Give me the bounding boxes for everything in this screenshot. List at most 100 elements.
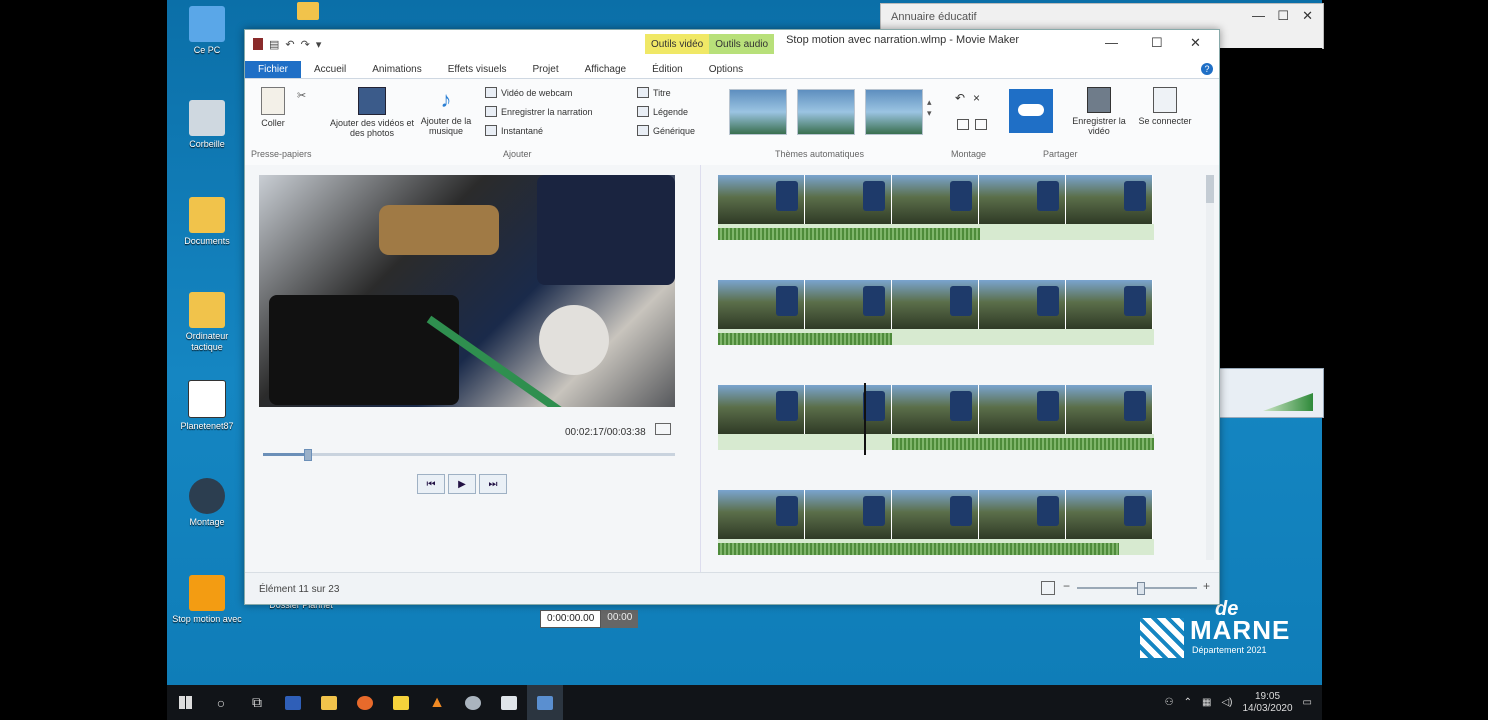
desktop-icon-radio[interactable]: Planetenet87: [169, 380, 245, 432]
next-frame-button[interactable]: ⏭: [479, 474, 507, 494]
clip-row[interactable]: [718, 280, 1154, 354]
credits-button[interactable]: Générique: [637, 125, 695, 136]
theme-thumbnail[interactable]: [729, 89, 787, 135]
clip-thumbnail[interactable]: [892, 490, 979, 539]
scrollbar-thumb[interactable]: [1206, 175, 1214, 203]
desktop-icon-folder[interactable]: Ordinateur tactique: [169, 292, 245, 353]
clip-thumbnail[interactable]: [805, 385, 892, 434]
webcam-button[interactable]: Vidéo de webcam: [485, 87, 572, 98]
clip-thumbnail[interactable]: [718, 280, 805, 329]
paste-button[interactable]: Coller: [255, 87, 291, 128]
tab-file[interactable]: Fichier: [245, 61, 302, 78]
desktop-icon-this-pc[interactable]: Ce PC: [169, 6, 245, 56]
taskbar-sticky-notes[interactable]: [383, 685, 419, 720]
tab-project[interactable]: Projet: [519, 61, 571, 78]
zoom-out-icon[interactable]: −: [1063, 579, 1070, 593]
taskbar-app-2[interactable]: [455, 685, 491, 720]
maximize-icon[interactable]: ☐: [1151, 35, 1163, 51]
tab-edit[interactable]: Édition: [639, 61, 696, 78]
close-icon[interactable]: ✕: [1302, 8, 1313, 24]
clip-thumbnail[interactable]: [1066, 175, 1153, 224]
vertical-scrollbar[interactable]: [1206, 175, 1214, 560]
desktop-icon-documents[interactable]: Documents: [169, 197, 245, 247]
tab-audio-tools[interactable]: Outils audio: [709, 34, 775, 54]
tab-animations[interactable]: Animations: [359, 61, 434, 78]
select-all-icon[interactable]: [957, 119, 969, 130]
clip-thumbnail[interactable]: [1066, 385, 1153, 434]
clip-thumbnail[interactable]: [718, 385, 805, 434]
clip-row[interactable]: [718, 490, 1154, 564]
clip-thumbnail[interactable]: [805, 490, 892, 539]
clip-thumbnail[interactable]: [805, 175, 892, 224]
clip-thumbnail[interactable]: [805, 280, 892, 329]
notifications-icon[interactable]: ▭: [1303, 697, 1312, 708]
clip-thumbnail[interactable]: [892, 280, 979, 329]
clip-thumbnail[interactable]: [979, 280, 1066, 329]
search-button[interactable]: ○: [203, 685, 239, 720]
clip-row[interactable]: [718, 385, 1154, 459]
snapshot-button[interactable]: Instantané: [485, 125, 543, 136]
save-icon[interactable]: ▤: [269, 38, 279, 51]
clip-thumbnail[interactable]: [718, 175, 805, 224]
theme-thumbnail[interactable]: [865, 89, 923, 135]
playhead[interactable]: [864, 383, 866, 455]
onedrive-button[interactable]: [1009, 89, 1053, 133]
clip-thumbnail[interactable]: [979, 385, 1066, 434]
desktop-icon-video-file[interactable]: Stop motion avec: [169, 575, 245, 625]
tab-visual-effects[interactable]: Effets visuels: [435, 61, 520, 78]
task-view-button[interactable]: ⧉: [239, 685, 275, 720]
sign-in-button[interactable]: Se connecter: [1137, 87, 1193, 126]
network-icon[interactable]: ▦: [1202, 697, 1211, 708]
clip-thumbnail[interactable]: [718, 490, 805, 539]
app-menu-icon[interactable]: [253, 37, 263, 50]
gallery-scroll-icon[interactable]: ▴ ▾: [927, 97, 932, 119]
taskbar-vlc[interactable]: ▲: [419, 685, 455, 720]
clip-thumbnail[interactable]: [892, 385, 979, 434]
dropdown-icon[interactable]: ▾: [316, 38, 322, 51]
desktop-icon-montage[interactable]: Montage: [169, 478, 245, 528]
title-button[interactable]: Titre: [637, 87, 671, 98]
volume-icon[interactable]: ◁): [1221, 697, 1232, 708]
minimize-icon[interactable]: —: [1105, 35, 1118, 50]
taskbar-movie-maker[interactable]: [527, 685, 563, 720]
taskbar-app-3[interactable]: [491, 685, 527, 720]
start-button[interactable]: [167, 685, 203, 720]
clip-thumbnail[interactable]: [979, 490, 1066, 539]
seek-thumb[interactable]: [304, 449, 313, 461]
taskbar-firefox[interactable]: [347, 685, 383, 720]
clip-thumbnail[interactable]: [979, 175, 1066, 224]
zoom-in-icon[interactable]: +: [1203, 579, 1210, 593]
previous-frame-button[interactable]: ⏮: [417, 474, 445, 494]
add-videos-button[interactable]: Ajouter des vidéos et des photos: [329, 87, 415, 138]
taskbar-file-explorer[interactable]: [311, 685, 347, 720]
minimize-icon[interactable]: —: [1252, 8, 1265, 23]
clock[interactable]: 19:05 14/03/2020: [1242, 691, 1292, 715]
desktop-icon-recycle-bin[interactable]: Corbeille: [169, 100, 245, 150]
undo-icon[interactable]: ↶: [285, 38, 294, 51]
video-preview[interactable]: [259, 175, 675, 407]
audio-track[interactable]: [718, 539, 1154, 555]
zoom-slider[interactable]: [1077, 582, 1197, 595]
rotate-left-button[interactable]: ↶: [955, 91, 965, 105]
volume-widget[interactable]: [1217, 368, 1324, 418]
add-music-button[interactable]: ♪ Ajouter de la musique: [417, 87, 475, 136]
redo-icon[interactable]: ↷: [301, 38, 310, 51]
clip-thumbnail[interactable]: [1066, 280, 1153, 329]
cut-icon[interactable]: ✂: [297, 89, 306, 102]
zoom-slider-thumb[interactable]: [1137, 582, 1145, 595]
tab-home[interactable]: Accueil: [301, 61, 359, 78]
seek-bar[interactable]: [263, 449, 675, 461]
clip-thumbnail[interactable]: [1066, 490, 1153, 539]
tab-view[interactable]: Affichage: [572, 61, 640, 78]
audio-track[interactable]: [718, 224, 1154, 240]
theme-thumbnail[interactable]: [797, 89, 855, 135]
people-icon[interactable]: ⚇: [1165, 697, 1174, 708]
fullscreen-icon[interactable]: [655, 423, 671, 435]
audio-track[interactable]: [718, 434, 1154, 450]
close-icon[interactable]: ✕: [1190, 35, 1201, 51]
taskbar-app[interactable]: [275, 685, 311, 720]
clip-thumbnail[interactable]: [892, 175, 979, 224]
tab-video-tools[interactable]: Outils vidéo: [645, 34, 710, 54]
fit-icon[interactable]: [1041, 581, 1055, 595]
save-movie-button[interactable]: Enregistrer la vidéo: [1071, 87, 1127, 136]
